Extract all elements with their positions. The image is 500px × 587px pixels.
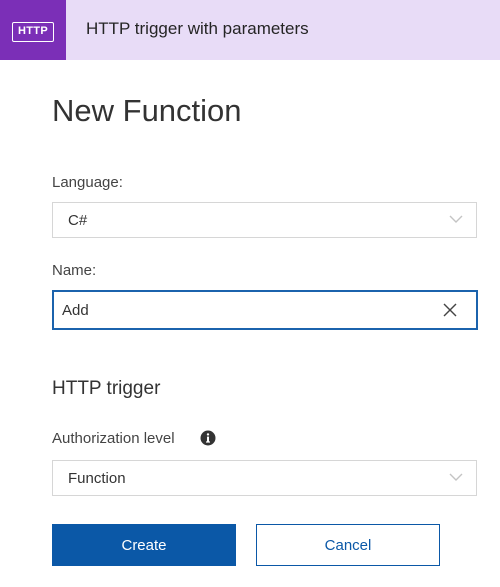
info-icon[interactable] xyxy=(200,430,216,446)
template-title: HTTP trigger with parameters xyxy=(86,19,309,38)
name-label: Name: xyxy=(52,262,97,279)
authorization-level-value: Function xyxy=(68,470,126,487)
section-title: HTTP trigger xyxy=(52,378,161,399)
close-icon[interactable] xyxy=(441,301,459,319)
name-input[interactable] xyxy=(52,290,478,330)
authorization-level-label: Authorization level xyxy=(52,430,175,447)
template-header: HTTP HTTP trigger with parameters xyxy=(0,0,500,60)
chevron-down-icon xyxy=(449,473,463,481)
page-title: New Function xyxy=(52,93,242,128)
http-badge-icon: HTTP xyxy=(0,0,66,60)
language-select-value: C# xyxy=(68,212,88,229)
cancel-button[interactable]: Cancel xyxy=(256,524,440,566)
chevron-down-icon xyxy=(449,215,463,223)
new-function-dialog: HTTP HTTP trigger with parameters New Fu… xyxy=(0,0,500,587)
authorization-level-select[interactable]: Function xyxy=(52,460,477,496)
language-label: Language: xyxy=(52,174,123,191)
language-select[interactable]: C# xyxy=(52,202,477,238)
create-button[interactable]: Create xyxy=(52,524,236,566)
badge-label: HTTP xyxy=(12,22,54,42)
